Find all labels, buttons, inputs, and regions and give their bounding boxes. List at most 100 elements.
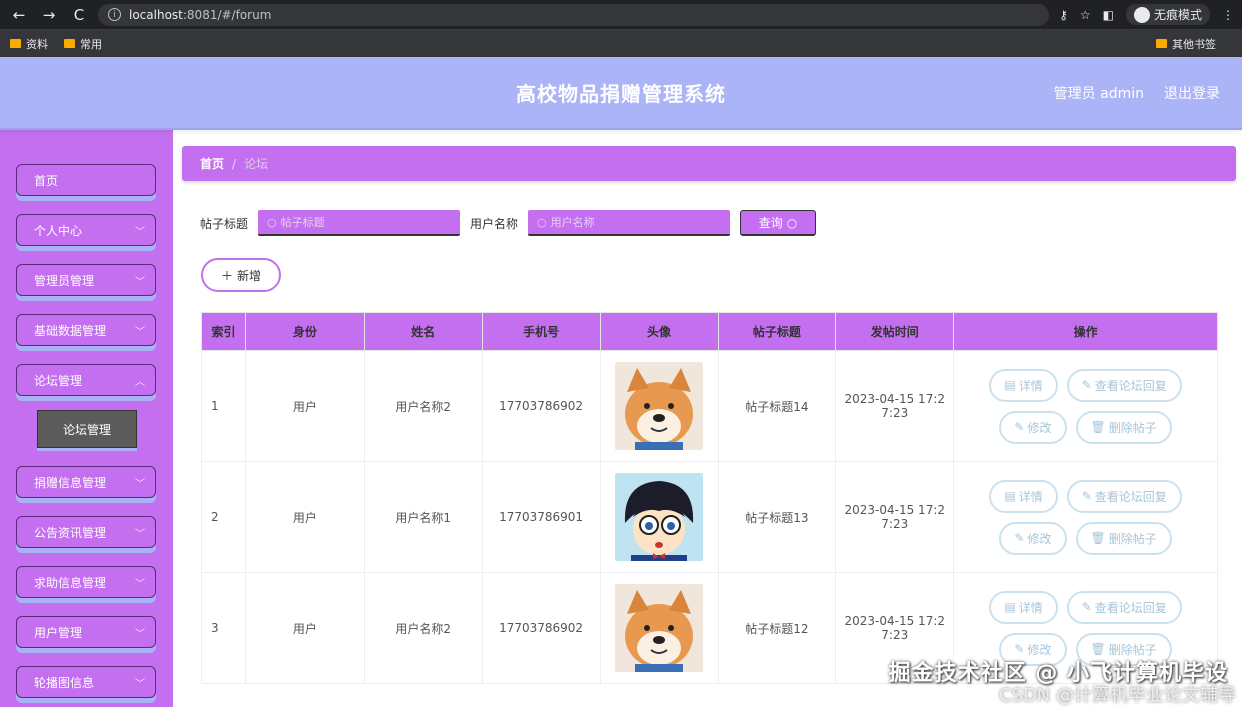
sidebar-item-news[interactable]: 公告资讯管理 ﹀ [16, 516, 156, 548]
col-role: 身份 [244, 312, 365, 351]
col-index: 索引 [201, 312, 246, 351]
detail-button[interactable]: ▤ 详情 [989, 368, 1058, 402]
breadcrumb-home[interactable]: 首页 [200, 155, 224, 172]
sidebar-item-home[interactable]: 首页 [16, 164, 156, 196]
cell-name: 用户名称2 [363, 350, 483, 462]
bookmark-folder[interactable]: 常用 [64, 36, 102, 52]
detail-button[interactable]: ▤ 详情 [989, 479, 1058, 513]
sidebar-item-label: 求助信息管理 [34, 575, 107, 590]
key-icon[interactable]: ⚷ [1059, 8, 1068, 22]
url-host: localhost [129, 7, 183, 22]
avatar [615, 473, 704, 561]
chevron-down-icon: ﹀ [135, 226, 145, 238]
chevron-down-icon: ﹀ [135, 628, 145, 640]
sidebar-item-carousel[interactable]: 轮播图信息 ﹀ [16, 666, 156, 698]
reload-icon[interactable]: C [68, 4, 90, 26]
time-line: 7:23 [881, 628, 909, 642]
edit-button[interactable]: ✎ 修改 [999, 521, 1067, 555]
sidebar-item-admin[interactable]: 管理员管理 ﹀ [16, 264, 156, 296]
incognito-icon [1133, 6, 1150, 23]
avatar [615, 362, 704, 450]
back-icon[interactable]: ← [8, 4, 30, 26]
col-time: 发帖时间 [835, 312, 955, 351]
menu-icon[interactable]: ⋮ [1222, 8, 1234, 22]
add-button[interactable]: ＋ 新增 [201, 258, 281, 292]
add-label: 新增 [237, 268, 262, 283]
address-bar[interactable]: i localhost:8081/#/forum [98, 3, 1050, 26]
folder-icon [64, 39, 75, 48]
col-phone: 手机号 [481, 312, 601, 351]
incognito-label: 无痕模式 [1153, 8, 1202, 22]
sidebar-item-donation[interactable]: 捐赠信息管理 ﹀ [16, 466, 156, 498]
sidebar-item-label: 论坛管理 [34, 373, 83, 388]
browser-toolbar: ← → C i localhost:8081/#/forum ⚷ ☆ ◧ 无痕模… [0, 0, 1242, 29]
cell-role: 用户 [244, 350, 365, 462]
view-replies-button[interactable]: ✎ 查看论坛回复 [1066, 368, 1182, 402]
cell-role: 用户 [244, 461, 365, 573]
edit-button[interactable]: ✎ 修改 [999, 410, 1067, 444]
cell-phone: 17703786902 [481, 350, 601, 462]
incognito-indicator[interactable]: 无痕模式 [1125, 4, 1210, 25]
chevron-down-icon: ﹀ [135, 528, 145, 540]
delete-label: 删除帖子 [1108, 420, 1157, 435]
time-line: 7:23 [881, 517, 909, 531]
title-search-label: 帖子标题 [200, 216, 249, 231]
watermark-text-secondary: CSDN @计算机毕业论文辅导 [998, 685, 1236, 706]
sidepanel-icon[interactable]: ◧ [1103, 8, 1114, 22]
sidebar-item-profile[interactable]: 个人中心 ﹀ [16, 214, 156, 246]
query-label: 查询 [758, 216, 783, 230]
edit-label: 修改 [1027, 531, 1052, 546]
document-icon: ▤ [1004, 489, 1016, 503]
col-actions: 操作 [953, 312, 1218, 351]
bookmarks-bar: 资料 常用 其他书签 [0, 29, 1242, 57]
main-content: 首页 / 论坛 帖子标题 ○ 帖子标题 用户名称 ○ 用户名称 查询 ○ ＋新增 索引… [173, 130, 1242, 707]
forward-icon[interactable]: → [38, 4, 60, 26]
view-replies-button[interactable]: ✎ 查看论坛回复 [1066, 479, 1182, 513]
star-icon[interactable]: ☆ [1080, 8, 1091, 22]
avatar [615, 584, 704, 672]
trash-icon: 🗑 [1090, 420, 1106, 434]
reply-label: 查看论坛回复 [1094, 489, 1167, 504]
detail-button[interactable]: ▤ 详情 [989, 590, 1058, 624]
time-line: 7:23 [881, 406, 909, 420]
reply-label: 查看论坛回复 [1094, 600, 1167, 615]
cell-avatar [599, 572, 719, 684]
user-search-label: 用户名称 [470, 216, 519, 231]
search-icon: ○ [267, 215, 277, 229]
view-replies-button[interactable]: ✎ 查看论坛回复 [1066, 590, 1182, 624]
title-placeholder: 帖子标题 [280, 216, 325, 229]
col-avatar: 头像 [599, 312, 719, 351]
logout-link[interactable]: 退出登录 [1164, 83, 1220, 103]
bookmark-folder-other[interactable]: 其他书签 [1156, 36, 1216, 52]
sidebar-item-basedata[interactable]: 基础数据管理 ﹀ [16, 314, 156, 346]
chevron-up-icon: ︿ [135, 376, 145, 388]
forum-table: 索引 身份 姓名 手机号 头像 帖子标题 发帖时间 操作 1 用户 用户名称2 … [201, 312, 1218, 684]
detail-label: 详情 [1018, 378, 1043, 393]
trash-icon: 🗑 [1090, 531, 1106, 545]
sidebar-item-help[interactable]: 求助信息管理 ﹀ [16, 566, 156, 598]
sidebar-item-label: 首页 [34, 173, 59, 188]
bookmark-folder[interactable]: 资料 [10, 36, 48, 52]
delete-button[interactable]: 🗑 删除帖子 [1075, 410, 1172, 444]
delete-button[interactable]: 🗑 删除帖子 [1075, 521, 1172, 555]
query-button[interactable]: 查询 ○ [740, 210, 817, 236]
pencil-icon: ✎ [1081, 378, 1092, 392]
sidebar-item-label: 管理员管理 [34, 273, 95, 288]
document-icon: ▤ [1004, 378, 1016, 392]
info-icon[interactable]: i [108, 8, 121, 21]
cell-actions: ▤ 详情 ✎ 查看论坛回复 ✎ 修改 🗑 删除帖子 [953, 461, 1218, 573]
cell-name: 用户名称1 [363, 461, 483, 573]
title-search-input[interactable]: ○ 帖子标题 [258, 210, 461, 236]
sidebar-subitem-forum[interactable]: 论坛管理 [37, 410, 137, 448]
user-search-input[interactable]: ○ 用户名称 [528, 210, 731, 236]
table-row: 2 用户 用户名称1 17703786901 帖子标题13 2023-04-15… [201, 461, 1218, 573]
pencil-icon: ✎ [1014, 531, 1025, 545]
cell-time: 2023-04-15 17:2 7:23 [835, 461, 955, 573]
sidebar-item-forum[interactable]: 论坛管理 ︿ [16, 364, 156, 396]
sidebar-item-users[interactable]: 用户管理 ﹀ [16, 616, 156, 648]
breadcrumb: 首页 / 论坛 [182, 146, 1236, 181]
app-title: 高校物品捐赠管理系统 [516, 82, 726, 106]
cell-index: 3 [201, 572, 246, 684]
sidebar-item-label: 捐赠信息管理 [34, 475, 107, 490]
trash-icon: 🗑 [1090, 642, 1106, 656]
